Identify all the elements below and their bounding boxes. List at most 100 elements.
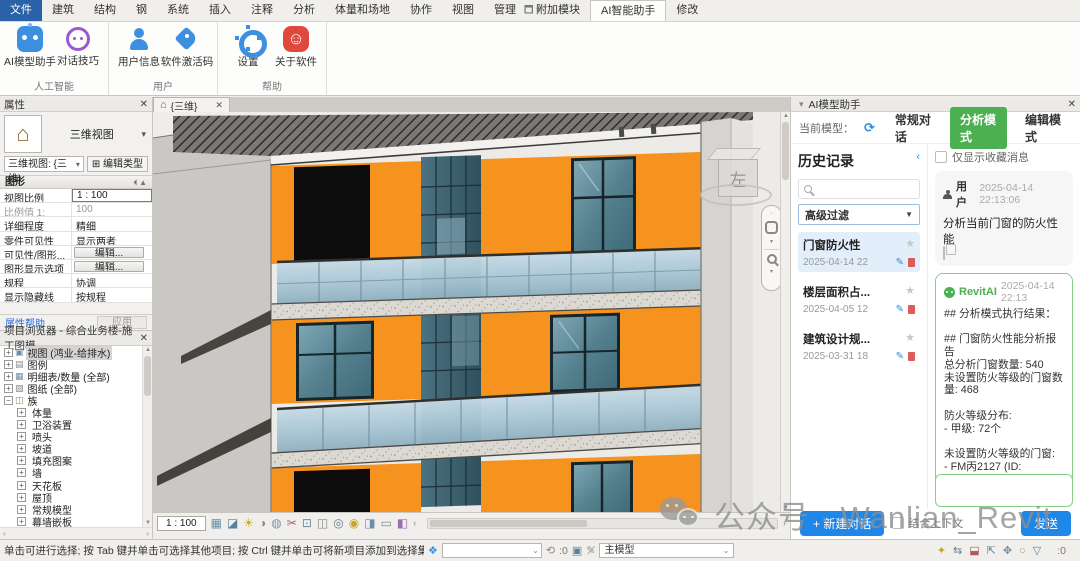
tree-expander[interactable]: + (4, 359, 13, 369)
drawing-area[interactable] (153, 112, 780, 512)
property-row[interactable]: 零件可见性 显示两者 (0, 231, 152, 246)
tree-expander[interactable]: + (4, 347, 13, 357)
zoom-icon[interactable] (766, 254, 777, 264)
mode-button[interactable]: 分析模式 (949, 106, 1007, 149)
ribbon-button[interactable]: 软件激活码 (161, 24, 213, 77)
tree-expander[interactable]: − (4, 395, 13, 405)
close-icon[interactable]: ✕ (140, 333, 148, 344)
tree-item[interactable]: + 填充图案 (0, 455, 152, 468)
star-icon[interactable]: ★ (905, 284, 915, 300)
property-row[interactable]: 显示隐藏线 按规程 (0, 288, 152, 303)
star-icon[interactable]: ★ (905, 331, 915, 347)
chevron-left-icon[interactable]: ‹ (413, 518, 416, 528)
history-item[interactable]: 门窗防火性 ★ 2025-04-14 22 ✎ (798, 232, 920, 272)
tree-expander[interactable]: + (4, 383, 13, 393)
tree-expander[interactable]: + (17, 444, 26, 454)
mode-button[interactable]: 常规对话 (885, 107, 942, 149)
ribbon-tab[interactable]: 注释 (241, 0, 283, 21)
ribbon-tab[interactable]: 视图 (442, 0, 484, 21)
analytical-model-icon[interactable]: ◧ (397, 516, 408, 531)
steering-wheel-icon[interactable] (765, 221, 778, 234)
ribbon-tab[interactable]: 系统 (157, 0, 199, 21)
chevron-down-icon[interactable]: ▾ (770, 238, 773, 245)
close-icon[interactable]: ✕ (215, 100, 223, 111)
collapse-icon[interactable]: ‹ (916, 151, 920, 171)
ribbon-tab[interactable]: 钢 (126, 0, 157, 21)
property-value[interactable]: 显示两者 (72, 232, 152, 245)
reveal-hidden-elements-icon[interactable]: ◉ (349, 516, 359, 531)
ribbon-tab[interactable]: 插入 (199, 0, 241, 21)
viewcube-compass[interactable] (700, 184, 772, 206)
temporary-view-properties-icon[interactable]: ◨ (364, 516, 375, 531)
tree-expander[interactable]: + (4, 371, 13, 381)
tree-item[interactable]: + ▣ 视图 (鸿业-给排水) (0, 346, 152, 360)
ribbon-button[interactable]: 对话技巧 (54, 24, 102, 77)
ribbon-button[interactable]: 用户信息 (115, 24, 163, 77)
tree-expander[interactable]: + (17, 480, 26, 490)
ribbon-button[interactable]: 关于软件 (272, 24, 320, 77)
browser-scrollbar[interactable]: ▲ ▼ (142, 346, 152, 527)
copy-icon[interactable] (943, 246, 945, 260)
property-row[interactable]: 可见性/图形... 编辑... (0, 245, 152, 260)
ribbon-tab[interactable]: 文件 (0, 0, 42, 21)
canvas-vscrollbar[interactable]: ▲ ▼ (780, 112, 790, 512)
tree-expander[interactable]: + (17, 456, 26, 466)
selection-filter-icon[interactable]: ▽ (1033, 544, 1041, 557)
tree-item[interactable]: + 幕墙嵌板 (0, 515, 152, 528)
history-search-input[interactable] (798, 179, 920, 199)
property-row[interactable]: 比例值 1: 100 (0, 203, 152, 218)
show-crop-region-icon[interactable]: ⊡ (302, 516, 312, 531)
scroll-down-icon[interactable]: ▼ (143, 520, 153, 526)
design-options-icon[interactable]: ▣ (572, 544, 582, 557)
view-scale-button[interactable]: 1 : 100 (157, 515, 206, 531)
tree-expander[interactable]: + (17, 420, 26, 430)
tree-expander[interactable]: + (17, 504, 26, 514)
ribbon-tab[interactable]: 修改 (666, 0, 708, 21)
context-checkbox[interactable] (892, 517, 905, 529)
tree-item[interactable]: + 常规模型 (0, 503, 152, 517)
ribbon-tab[interactable]: AI智能助手 (590, 0, 667, 21)
building-model[interactable] (153, 112, 780, 512)
history-item[interactable]: 建筑设计规... ★ 2025-03-31 18 ✎ (798, 326, 920, 366)
delete-icon[interactable] (908, 258, 915, 267)
property-value[interactable]: 1 : 100 (72, 189, 152, 203)
exclude-options-icon[interactable]: ✎̸ (586, 544, 595, 557)
show-rendering-dialog-icon[interactable]: ◍ (271, 516, 281, 531)
delete-icon[interactable] (908, 305, 915, 314)
navigation-bar[interactable]: ◦ ▾ ▾ (761, 205, 782, 291)
canvas-hscrollbar[interactable] (427, 517, 778, 529)
instance-selector[interactable]: 三维视图: {三维} ▾ (4, 156, 84, 185)
new-chat-button[interactable]: + 新建对话 (800, 510, 885, 536)
select-pinned-icon[interactable]: ⇱ (987, 544, 996, 557)
edit-icon[interactable]: ✎ (896, 257, 904, 268)
select-links-icon[interactable]: ⇆ (953, 544, 962, 557)
refresh-icon[interactable]: ⟳ (864, 120, 875, 136)
delete-icon[interactable] (908, 352, 915, 361)
favorites-checkbox[interactable] (935, 151, 947, 163)
property-value[interactable]: 按规程 (72, 288, 152, 301)
send-button[interactable]: 发送 (1020, 510, 1071, 536)
property-value[interactable]: 精细 (72, 217, 152, 230)
editable-only-icon[interactable]: ✦ (937, 544, 946, 557)
select-underlay-icon[interactable]: ⬓ (969, 544, 979, 557)
scroll-up-icon[interactable]: ▲ (143, 347, 153, 353)
chevron-down-icon[interactable]: ▾ (799, 99, 804, 110)
property-value[interactable]: 编辑... (74, 260, 144, 272)
visual-style-icon[interactable]: ◪ (227, 516, 238, 531)
chevron-down-icon[interactable]: ▾ (141, 129, 148, 140)
workset-select[interactable]: ⌄ (441, 543, 542, 558)
ribbon-tab[interactable]: 结构 (84, 0, 126, 21)
property-value[interactable]: 编辑... (74, 246, 144, 258)
tree-item[interactable]: + 卫浴装置 (0, 419, 152, 432)
tree-item[interactable]: + 体量 (0, 406, 152, 420)
tree-item[interactable]: − ◫ 族 (0, 394, 152, 408)
ribbon-button[interactable]: AI模型助手 (4, 23, 56, 77)
mode-button[interactable]: 编辑模式 (1015, 107, 1072, 149)
crop-view-icon[interactable]: ✂ (287, 516, 297, 531)
design-option-select[interactable]: 主模型 ⌄ (599, 543, 735, 558)
select-by-face-icon[interactable]: ✥ (1003, 544, 1012, 557)
view-tab-3d[interactable]: ⌂ {三维} ✕ (153, 97, 230, 113)
property-value[interactable]: 100 (72, 203, 152, 216)
tree-item[interactable]: + 天花板 (0, 479, 152, 493)
tree-expander[interactable]: + (17, 408, 26, 418)
